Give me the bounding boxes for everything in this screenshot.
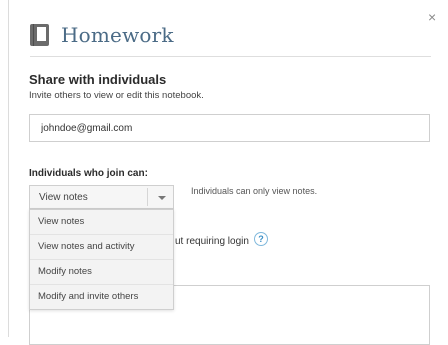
dropdown-option[interactable]: Modify and invite others	[30, 284, 173, 309]
notebook-icon	[30, 24, 49, 46]
permissions-heading: Individuals who join can:	[29, 168, 148, 179]
title-divider	[30, 56, 431, 57]
permission-select-value: View notes	[39, 192, 88, 203]
dropdown-option[interactable]: Modify notes	[30, 259, 173, 284]
close-icon[interactable]: ×	[428, 10, 436, 24]
share-subtext: Invite others to view or edit this noteb…	[29, 90, 204, 101]
login-option-label: ut requiring login	[175, 236, 249, 247]
permission-select[interactable]: View notes	[29, 185, 174, 209]
help-icon[interactable]: ?	[254, 232, 268, 246]
dialog-left-border	[8, 0, 9, 337]
dropdown-option[interactable]: View notes and activity	[30, 234, 173, 259]
permission-description: Individuals can only view notes.	[191, 186, 318, 196]
share-heading: Share with individuals	[29, 72, 167, 87]
chevron-down-icon	[158, 196, 166, 200]
email-field[interactable]	[29, 114, 430, 142]
dialog-header: Homework	[30, 20, 174, 50]
permission-dropdown-menu: View notes View notes and activity Modif…	[29, 209, 174, 310]
dropdown-option[interactable]: View notes	[30, 210, 173, 234]
dialog-title: Homework	[61, 23, 174, 47]
